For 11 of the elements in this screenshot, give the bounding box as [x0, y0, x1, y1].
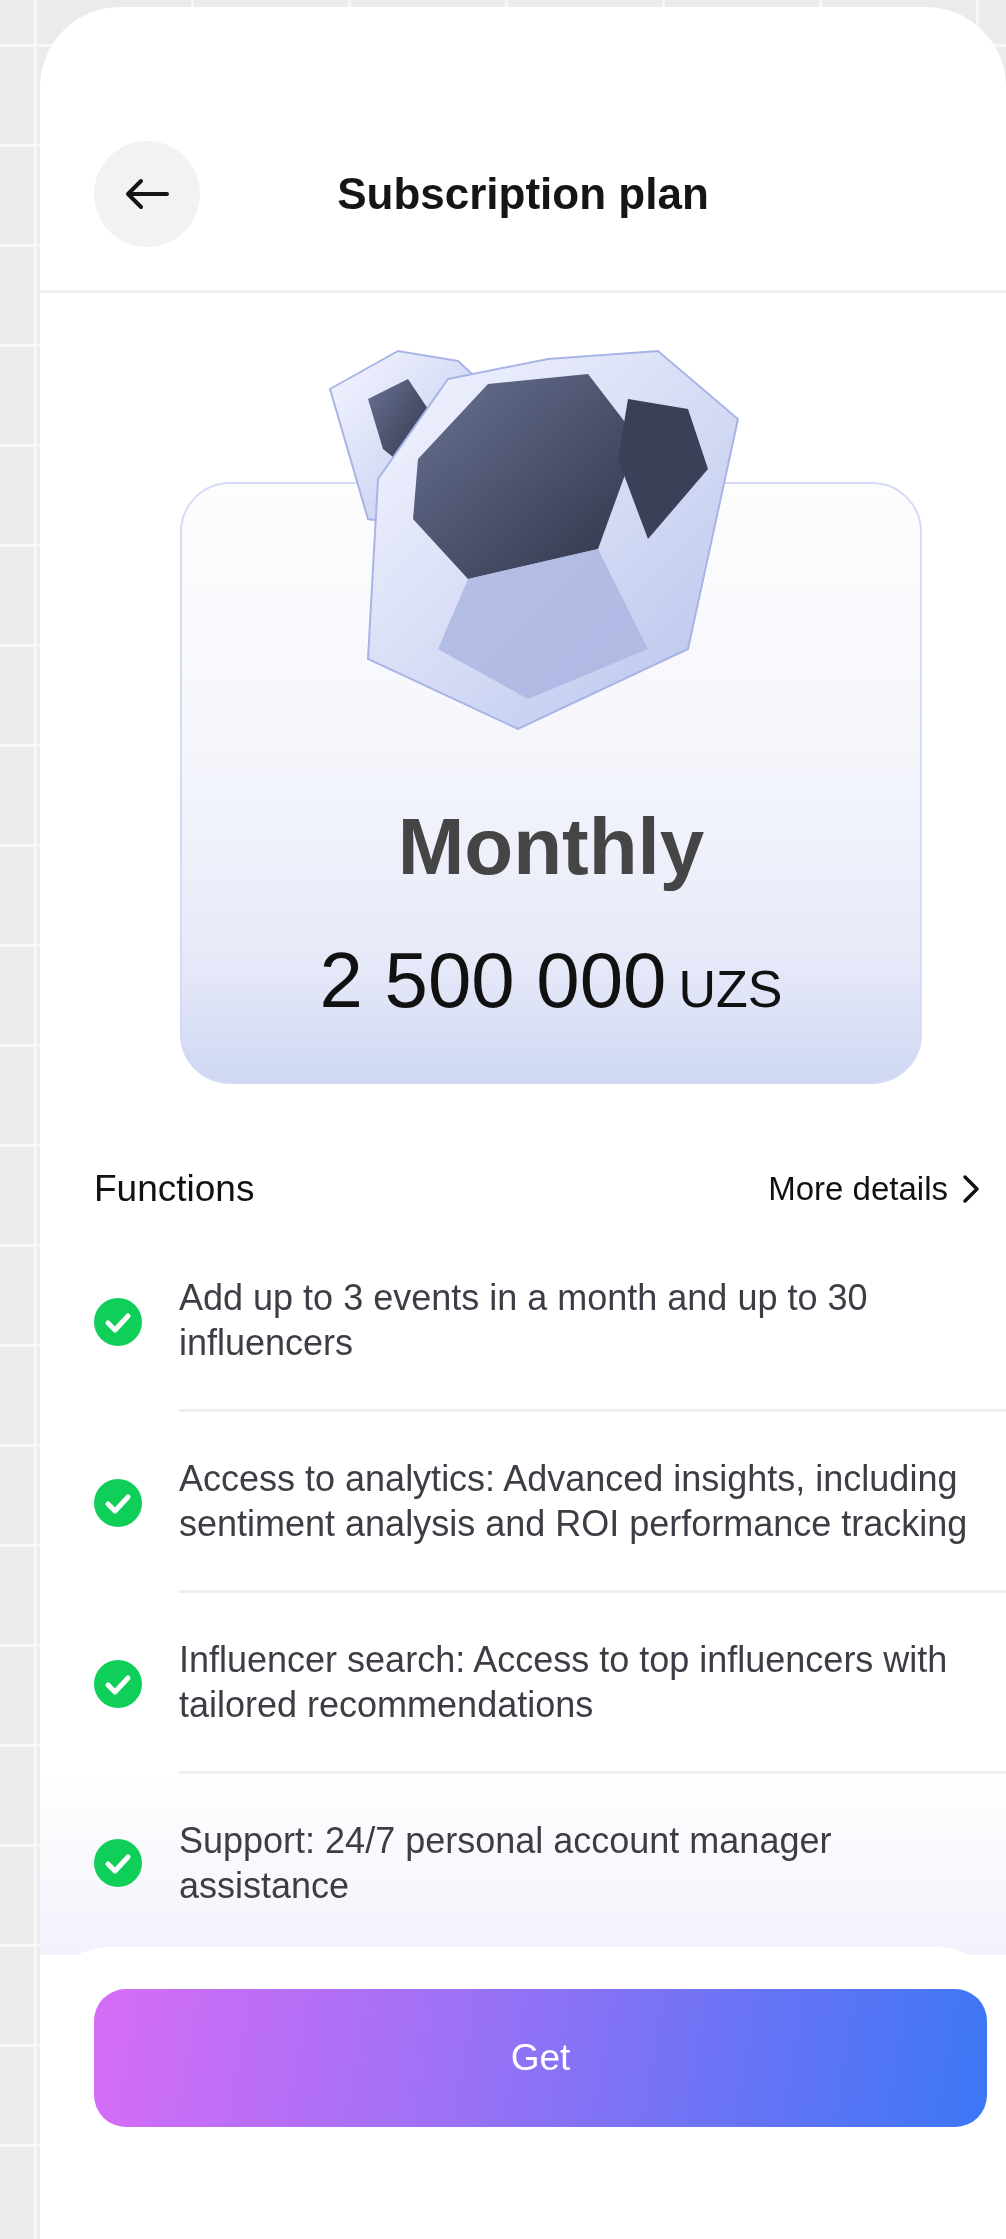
- more-details-link[interactable]: More details: [768, 1170, 980, 1208]
- plan-name: Monthly: [397, 801, 705, 893]
- get-button[interactable]: Get: [94, 1989, 987, 2127]
- feature-text: Add up to 3 events in a month and up to 30 influencers: [179, 1231, 1006, 1412]
- plan-price: 2 500 000: [319, 935, 667, 1025]
- currency-label: UZS: [678, 959, 783, 1019]
- feature-text: Access to analytics: Advanced insights, including sentiment analysis and ROI performance tracking: [179, 1412, 1006, 1593]
- section-title: Functions: [94, 1168, 255, 1210]
- feature-text: Support: 24/7 personal account manager assistance: [179, 1819, 833, 1908]
- page-title: Subscription plan: [336, 168, 710, 220]
- feature-text: Influencer search: Access to top influencers with tailored recommendations: [179, 1593, 1006, 1774]
